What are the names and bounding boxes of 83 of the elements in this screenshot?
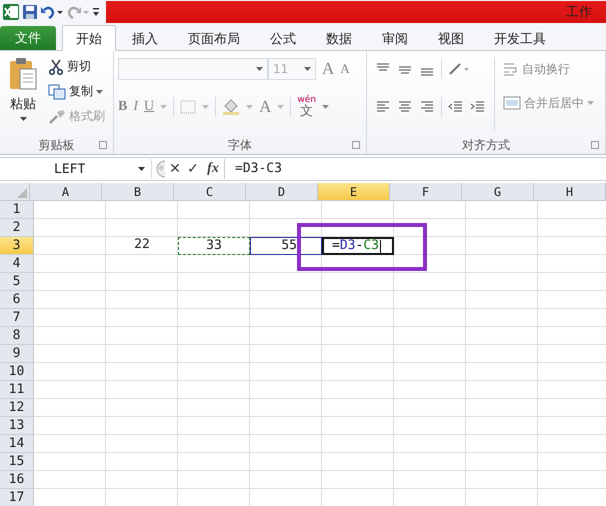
wrap-text-icon xyxy=(503,62,519,76)
group-label: 字体 xyxy=(228,136,252,154)
dialog-launcher-icon[interactable] xyxy=(352,141,360,149)
column-header[interactable]: H xyxy=(534,183,606,201)
caret-icon xyxy=(96,90,103,94)
row-header[interactable]: 2 xyxy=(0,219,34,237)
file-tab[interactable]: 文件 xyxy=(0,26,56,50)
row-header[interactable]: 14 xyxy=(0,435,34,453)
row-header[interactable]: 8 xyxy=(0,327,34,345)
caret-icon xyxy=(587,101,594,105)
row-header[interactable]: 12 xyxy=(0,399,34,417)
brush-icon xyxy=(48,108,66,124)
ribbon-tab[interactable]: 数据 xyxy=(312,26,366,50)
decrease-indent-icon[interactable] xyxy=(448,100,464,114)
copy-icon xyxy=(48,84,66,100)
ribbon-tab[interactable]: 视图 xyxy=(424,26,478,50)
row-header[interactable]: 3 xyxy=(0,237,34,255)
scissors-icon xyxy=(48,58,64,74)
caret-icon xyxy=(304,67,311,71)
paste-button[interactable]: 粘贴 xyxy=(4,57,42,136)
cancel-button[interactable]: ✕ xyxy=(166,161,184,177)
formula-cell-editor[interactable]: =D3-C3 xyxy=(322,237,394,255)
column-header[interactable]: G xyxy=(462,183,534,201)
corner-triangle-icon xyxy=(17,188,27,198)
caret-icon xyxy=(160,105,168,109)
text-orientation-icon[interactable] xyxy=(448,62,470,76)
row-header[interactable]: 6 xyxy=(0,291,34,309)
caret-icon xyxy=(277,105,284,109)
insert-function-button[interactable]: fx xyxy=(202,161,224,177)
row-header[interactable]: 5 xyxy=(0,273,34,291)
row-header[interactable]: 17 xyxy=(0,489,34,506)
enter-button[interactable]: ✓ xyxy=(184,161,202,177)
group-label: 对齐方式 xyxy=(462,136,510,154)
ribbon-tab[interactable]: 开发工具 xyxy=(480,26,560,50)
dialog-launcher-icon[interactable] xyxy=(99,141,107,149)
table-cell-text: 22 xyxy=(133,237,151,254)
excel-logo-icon[interactable] xyxy=(2,3,20,21)
column-header[interactable]: D xyxy=(246,183,318,201)
ribbon-tab[interactable]: 公式 xyxy=(256,26,310,50)
phonetic-guide-button[interactable]: wén 文 xyxy=(297,96,316,118)
column-header[interactable]: E xyxy=(318,183,390,201)
column-header[interactable]: C xyxy=(174,183,246,201)
name-box[interactable]: LEFT xyxy=(0,159,152,179)
clipboard-command[interactable]: 剪切 xyxy=(48,57,105,76)
ribbon-tab[interactable]: 页面布局 xyxy=(174,26,254,50)
table-cell: 33 xyxy=(178,237,250,255)
align-center-icon[interactable] xyxy=(397,100,413,114)
align-right-icon[interactable] xyxy=(419,100,435,114)
row-header[interactable]: 15 xyxy=(0,453,34,471)
formula-input[interactable]: =D3-C3 xyxy=(224,159,606,179)
column-header[interactable]: F xyxy=(390,183,462,201)
row-header[interactable]: 16 xyxy=(0,471,34,489)
font-name-field[interactable] xyxy=(118,58,268,80)
ribbon-tab[interactable]: 插入 xyxy=(118,26,172,50)
clipboard-icon xyxy=(8,57,38,91)
align-left-icon[interactable] xyxy=(375,100,391,114)
row-header[interactable]: 10 xyxy=(0,363,34,381)
row-header[interactable]: 4 xyxy=(0,255,34,273)
ribbon-tab[interactable]: 开始 xyxy=(62,25,116,51)
merge-cells-icon xyxy=(503,96,521,110)
clipboard-command[interactable]: 复制 xyxy=(48,82,105,101)
fill-bucket-icon[interactable] xyxy=(222,99,240,115)
column-header[interactable]: A xyxy=(30,183,102,201)
row-header[interactable]: 7 xyxy=(0,309,34,327)
caret-icon xyxy=(20,117,26,121)
caret-icon xyxy=(202,105,210,109)
window-title: 工作 xyxy=(566,4,592,21)
row-header[interactable]: 1 xyxy=(0,201,34,219)
save-icon[interactable] xyxy=(22,4,38,20)
dialog-launcher-icon[interactable] xyxy=(591,141,599,149)
ribbon-tab[interactable]: 审阅 xyxy=(368,26,422,50)
increase-indent-icon[interactable] xyxy=(470,100,486,114)
caret-icon xyxy=(138,167,145,171)
row-header[interactable]: 9 xyxy=(0,345,34,363)
caret-icon xyxy=(246,105,254,109)
table-cell: 55 xyxy=(250,237,322,255)
column-header[interactable]: B xyxy=(102,183,174,201)
row-header[interactable]: 13 xyxy=(0,417,34,435)
caret-icon xyxy=(256,67,263,71)
row-header[interactable]: 11 xyxy=(0,381,34,399)
undo-icon[interactable] xyxy=(40,4,64,20)
caret-icon xyxy=(322,105,330,109)
group-label: 剪贴板 xyxy=(38,136,74,154)
